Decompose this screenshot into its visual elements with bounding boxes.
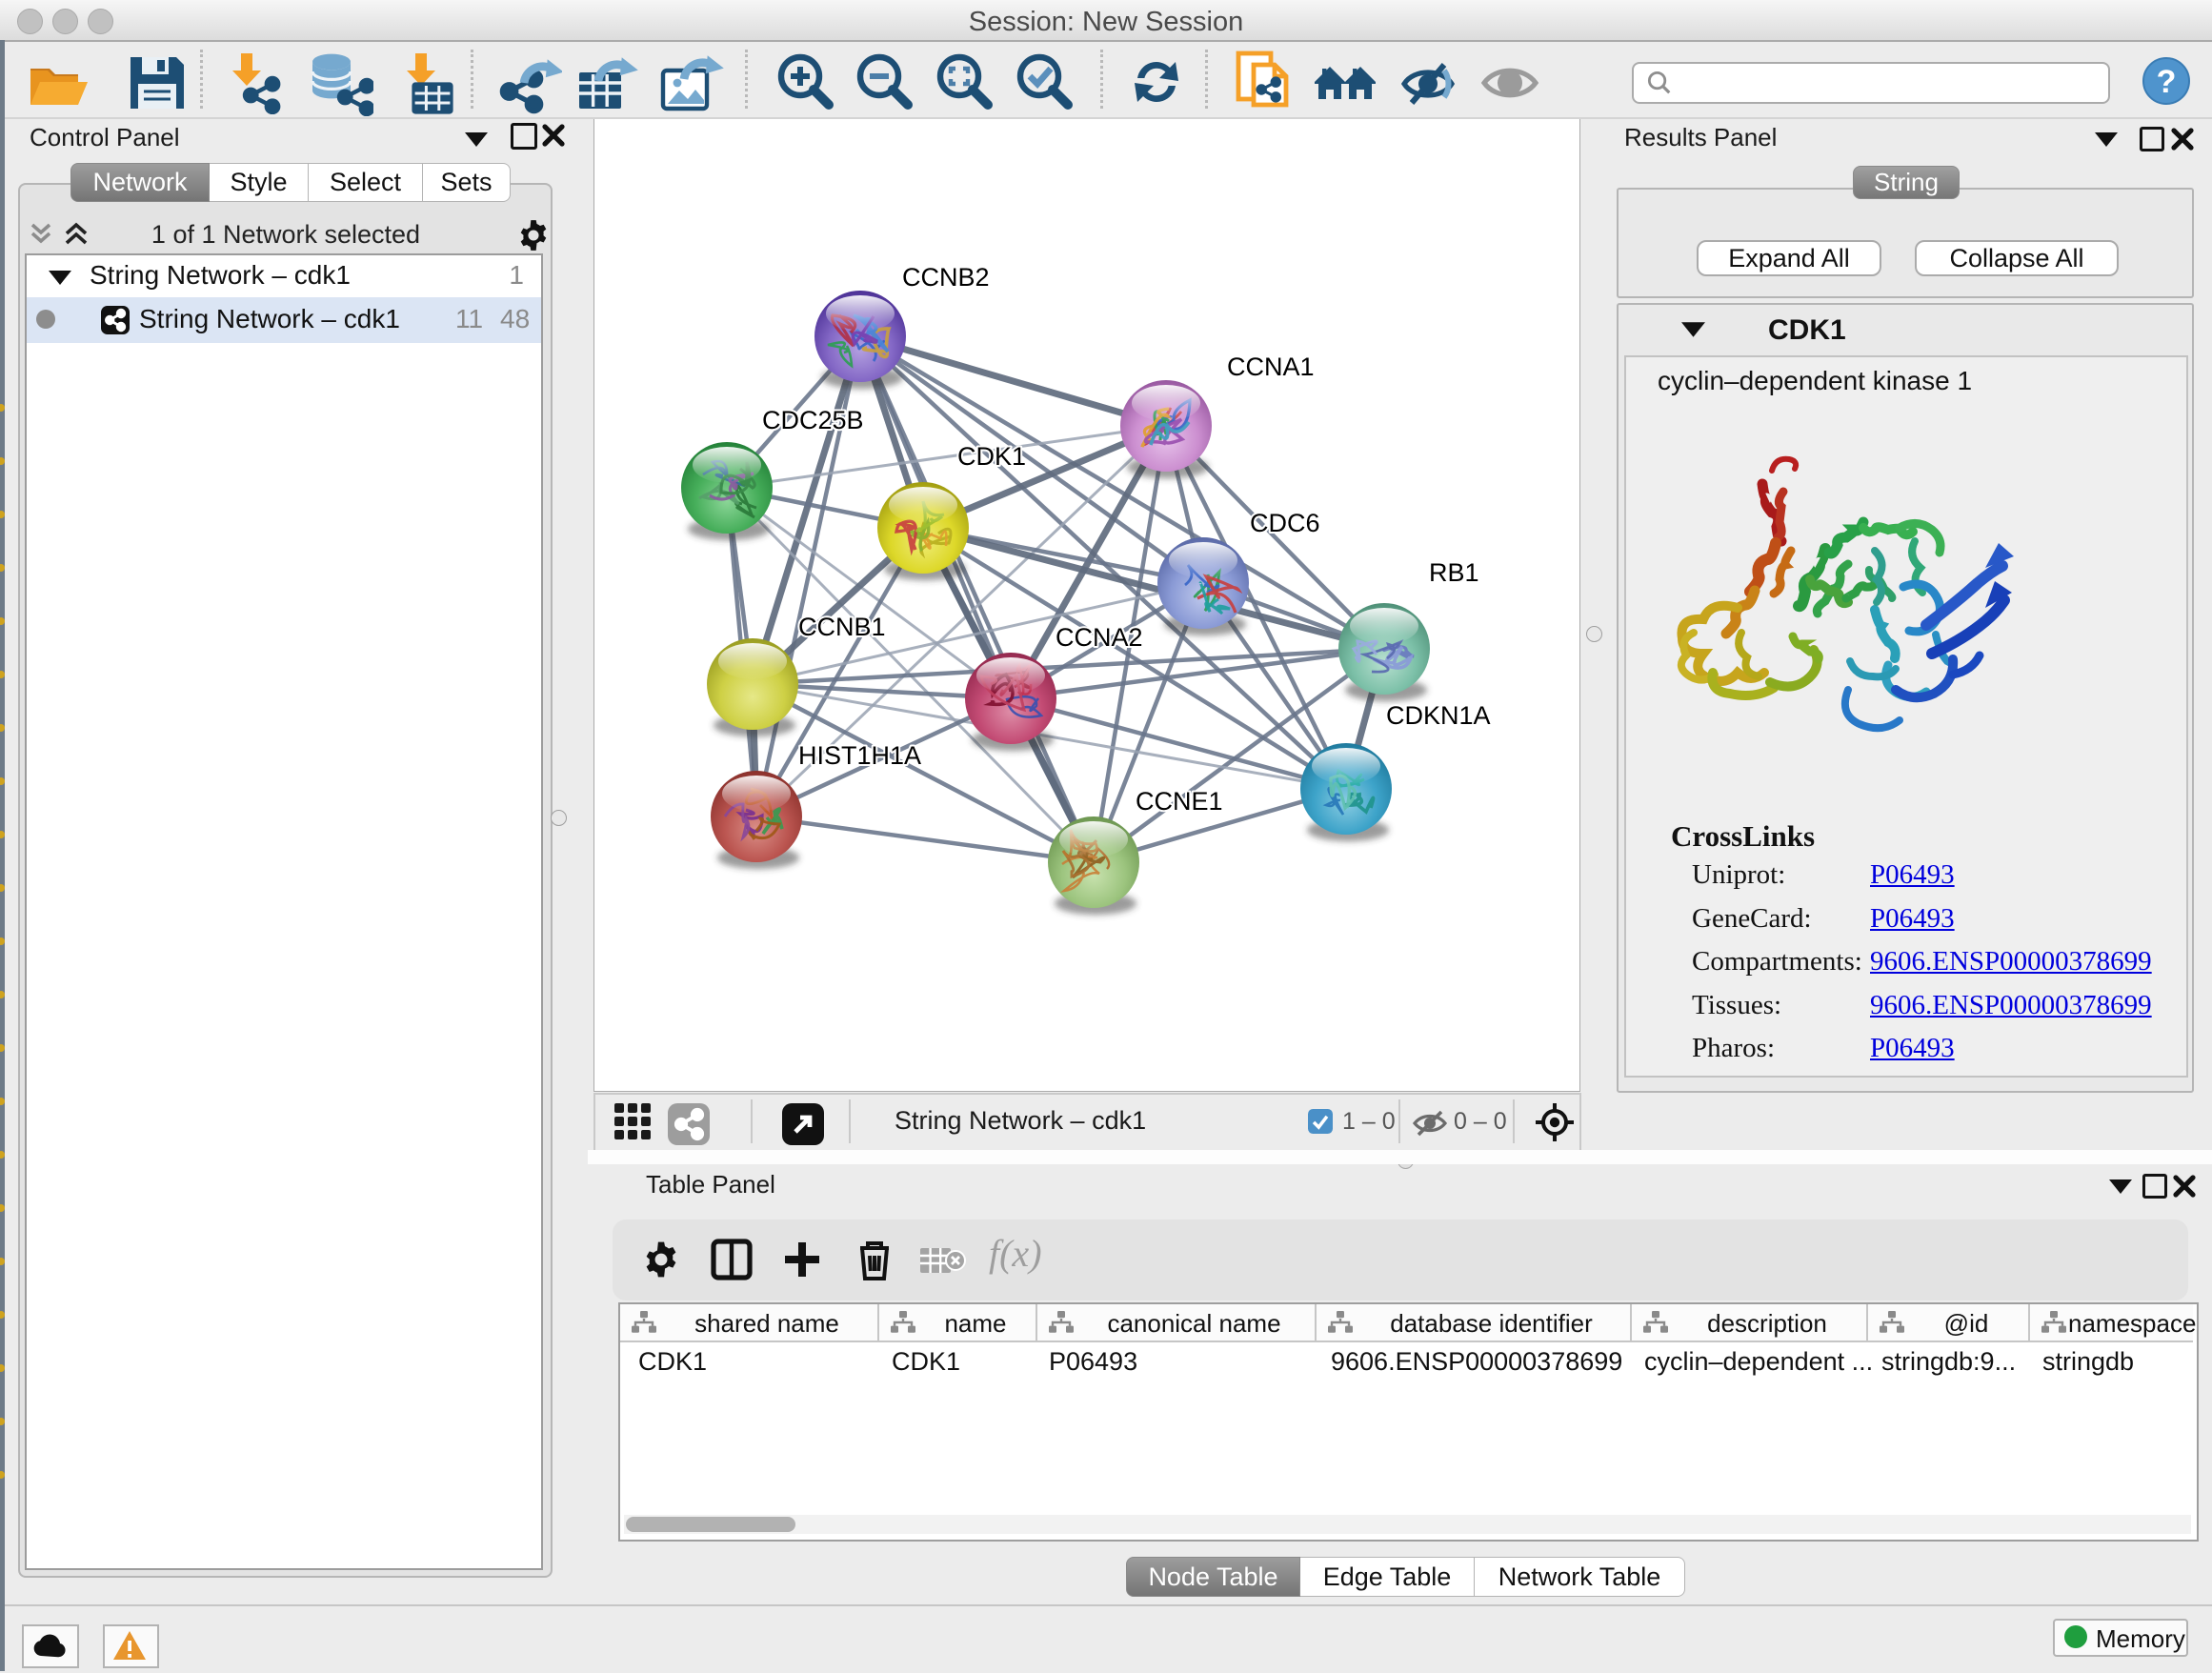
svg-text:CCNB1: CCNB1 (798, 613, 886, 641)
svg-text:CDC6: CDC6 (1250, 509, 1320, 537)
svg-text:?: ? (2157, 64, 2177, 100)
svg-text:CCNA2: CCNA2 (1056, 623, 1143, 652)
svg-text:CCNA1: CCNA1 (1227, 353, 1315, 381)
svg-text:CCNB2: CCNB2 (902, 263, 990, 292)
svg-text:RB1: RB1 (1429, 558, 1479, 587)
svg-text:CDC25B: CDC25B (762, 406, 864, 434)
svg-text:CDKN1A: CDKN1A (1386, 701, 1491, 730)
svg-text:HIST1H1A: HIST1H1A (798, 741, 921, 770)
svg-text:CDK1: CDK1 (957, 442, 1026, 471)
svg-text:CCNE1: CCNE1 (1136, 787, 1223, 816)
